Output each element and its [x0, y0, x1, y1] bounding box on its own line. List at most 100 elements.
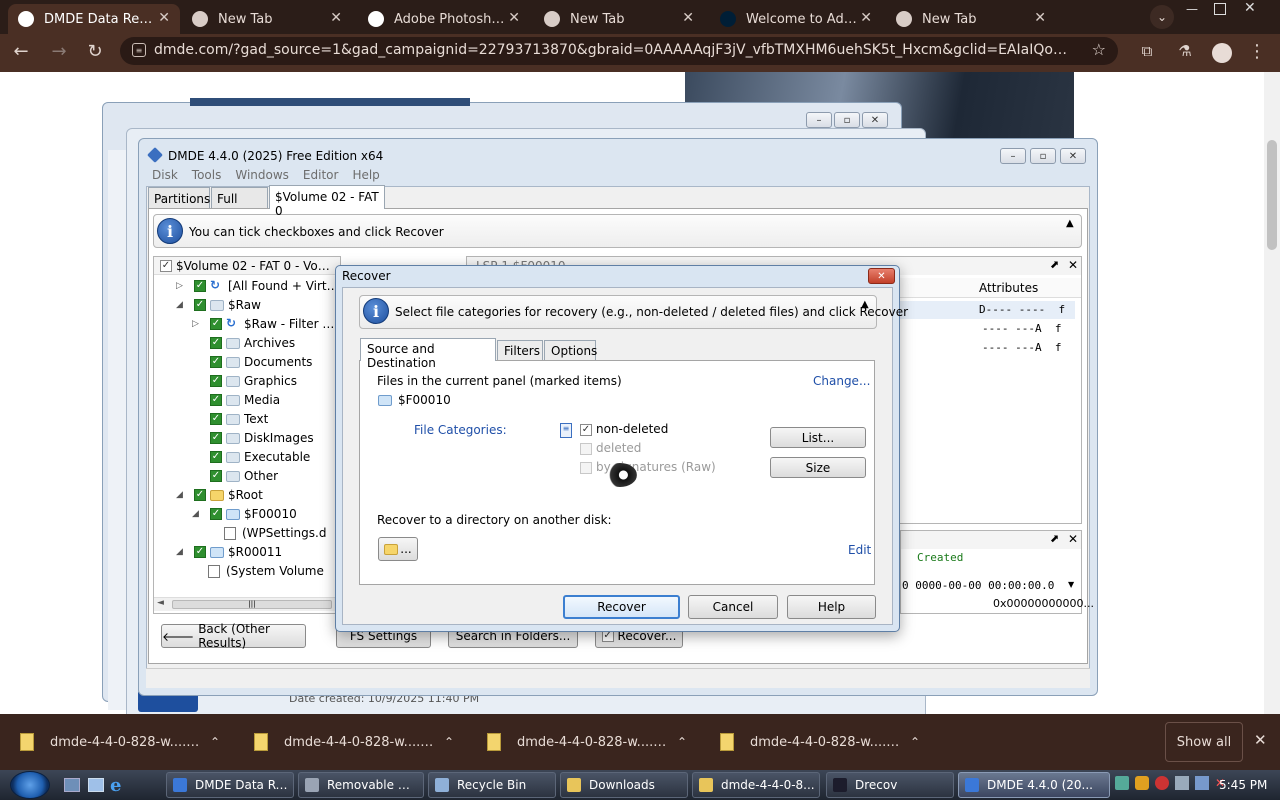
close-tab-icon[interactable]: ✕: [158, 10, 170, 26]
tree-node-label[interactable]: Documents: [244, 355, 312, 369]
network-icon[interactable]: [1115, 776, 1129, 790]
menu-editor[interactable]: Editor: [303, 168, 339, 184]
menu-help[interactable]: Help: [352, 168, 379, 184]
flask-icon[interactable]: ⚗: [1172, 38, 1198, 64]
dialog-tab-source-destination[interactable]: Source and Destination: [360, 338, 496, 370]
page-scrollbar-thumb[interactable]: [1267, 140, 1277, 250]
tree-node-label[interactable]: Media: [244, 393, 280, 407]
tab-full-scan[interactable]: Full Scan: [211, 187, 268, 220]
menu-tools[interactable]: Tools: [192, 168, 222, 184]
show-desktop-icon[interactable]: [64, 778, 80, 792]
tree-node-label[interactable]: Executable: [244, 450, 310, 464]
expand-panel-icon[interactable]: ⬈: [1050, 258, 1059, 271]
shield-icon[interactable]: [1135, 776, 1149, 790]
dialog-close-button[interactable]: ✕: [868, 268, 895, 284]
taskbar-item[interactable]: Drecov: [826, 772, 954, 798]
show-all-button[interactable]: Show all: [1165, 722, 1243, 762]
tree-node-label[interactable]: $Root: [228, 488, 263, 502]
tree-node-label[interactable]: Graphics: [244, 374, 297, 388]
tab-new-tab[interactable]: New Tab ✕: [534, 4, 704, 34]
tab-volume[interactable]: $Volume 02 - FAT 0: [269, 185, 385, 218]
expanded-arrow-icon[interactable]: ◢: [176, 490, 183, 500]
menu-disk[interactable]: Disk: [152, 168, 178, 184]
expand-info-panel-icon[interactable]: ⬈: [1050, 532, 1059, 545]
node-checkbox[interactable]: ✓: [194, 546, 206, 558]
chevron-up-icon[interactable]: ⌃: [910, 735, 920, 749]
reload-icon[interactable]: ↻: [82, 38, 108, 64]
node-checkbox[interactable]: ✓: [210, 451, 222, 463]
taskbar-item[interactable]: Removable Dis...: [298, 772, 424, 798]
node-checkbox[interactable]: ✓: [210, 337, 222, 349]
taskbar-item[interactable]: DMDE Data Re...: [166, 772, 294, 798]
back-other-results-button[interactable]: 🡐 Back (Other Results): [161, 622, 306, 650]
collapse-info-icon[interactable]: ▲: [1066, 218, 1074, 229]
tree-node-label[interactable]: Other: [244, 469, 278, 483]
dialog-tab-filters[interactable]: Filters: [497, 340, 543, 360]
tree-node-label[interactable]: $Raw - Filter Raw: [244, 317, 340, 331]
site-info-icon[interactable]: ≡: [132, 43, 146, 57]
node-checkbox[interactable]: ✓: [210, 508, 222, 520]
node-checkbox[interactable]: ✓: [194, 280, 206, 292]
close-tab-icon[interactable]: ✕: [330, 10, 342, 26]
node-checkbox[interactable]: ✓: [210, 413, 222, 425]
download-item[interactable]: dmde-4-4-0-828-w....zip ⌃: [254, 728, 464, 756]
menu-windows[interactable]: Windows: [235, 168, 289, 184]
dmde-maximize-button[interactable]: ▫: [1030, 148, 1056, 164]
tree-node-label[interactable]: $F00010: [244, 507, 297, 521]
tree-node-label[interactable]: DiskImages: [244, 431, 314, 445]
attributes-column-header[interactable]: Attributes: [979, 281, 1038, 295]
scroll-down-icon[interactable]: ▼: [1068, 580, 1074, 589]
chevron-up-icon[interactable]: ⌃: [677, 735, 687, 749]
dialog-collapse-icon[interactable]: ▲: [861, 299, 869, 310]
address-bar[interactable]: ≡ dmde.com/?gad_source=1&gad_campaignid=…: [120, 37, 1118, 65]
bg-close-button[interactable]: ✕: [862, 112, 888, 128]
close-tab-icon[interactable]: ✕: [682, 10, 694, 26]
chevron-up-icon[interactable]: ⌃: [210, 735, 220, 749]
close-panel-icon[interactable]: ✕: [1068, 258, 1078, 272]
profile-icon[interactable]: [1212, 43, 1232, 63]
tree-node-label[interactable]: $Raw: [228, 298, 261, 312]
ie-icon[interactable]: e: [110, 775, 121, 796]
tab-search-button[interactable]: ⌄: [1150, 5, 1174, 29]
bg-minimize-button[interactable]: –: [806, 112, 832, 128]
tree-node-label[interactable]: $R00011: [228, 545, 282, 559]
puzzle-icon[interactable]: ⧉: [1134, 38, 1160, 64]
display-icon[interactable]: [1195, 776, 1209, 790]
expanded-arrow-icon[interactable]: ◢: [176, 300, 183, 310]
close-tab-icon[interactable]: ✕: [508, 10, 520, 26]
collapsed-arrow-icon[interactable]: ▷: [192, 319, 199, 329]
node-checkbox[interactable]: ✓: [210, 318, 222, 330]
chevron-up-icon[interactable]: ⌃: [444, 735, 454, 749]
change-link[interactable]: Change...: [813, 374, 870, 388]
back-arrow-icon[interactable]: ←: [8, 38, 34, 64]
tab-new-tab[interactable]: New Tab ✕: [886, 4, 1056, 34]
node-checkbox[interactable]: ✓: [210, 375, 222, 387]
tree-node-label[interactable]: [All Found + Virtual: [228, 279, 340, 293]
recover-button[interactable]: Recover: [563, 595, 680, 619]
forward-arrow-icon[interactable]: →: [46, 38, 72, 64]
tab-adobe-photoshop[interactable]: Adobe Photoshop - ✕: [358, 4, 530, 34]
taskbar-item[interactable]: Downloads: [560, 772, 688, 798]
start-button[interactable]: [10, 771, 50, 799]
node-checkbox[interactable]: ✓: [210, 356, 222, 368]
clock[interactable]: 5:45 PM: [1219, 778, 1267, 792]
expanded-arrow-icon[interactable]: ◢: [192, 509, 199, 519]
download-item[interactable]: dmde-4-4-0-828-w....zip ⌃: [720, 728, 930, 756]
node-checkbox[interactable]: ✓: [194, 299, 206, 311]
download-item[interactable]: dmde-4-4-0-828-w....zip ⌃: [20, 728, 230, 756]
close-browser-button[interactable]: ✕: [1244, 0, 1264, 16]
collapsed-arrow-icon[interactable]: ▷: [176, 281, 183, 291]
tab-welcome-to-adobe[interactable]: Welcome to Adobe ✕: [710, 4, 882, 34]
download-item[interactable]: dmde-4-4-0-828-w....zip ⌃: [487, 728, 697, 756]
tree-hscroll-thumb[interactable]: |||: [172, 600, 332, 609]
panel-select-checkbox[interactable]: ✓: [160, 260, 172, 272]
taskbar-item[interactable]: Recycle Bin: [428, 772, 556, 798]
cancel-button[interactable]: Cancel: [688, 595, 778, 619]
security-icon[interactable]: [1155, 776, 1169, 790]
close-info-panel-icon[interactable]: ✕: [1068, 532, 1078, 546]
node-checkbox[interactable]: ✓: [210, 470, 222, 482]
list-button[interactable]: List...: [770, 427, 866, 448]
taskbar-item[interactable]: DMDE 4.4.0 (20...: [958, 772, 1110, 798]
dialog-tab-options[interactable]: Options: [544, 340, 597, 360]
expanded-arrow-icon[interactable]: ◢: [176, 547, 183, 557]
